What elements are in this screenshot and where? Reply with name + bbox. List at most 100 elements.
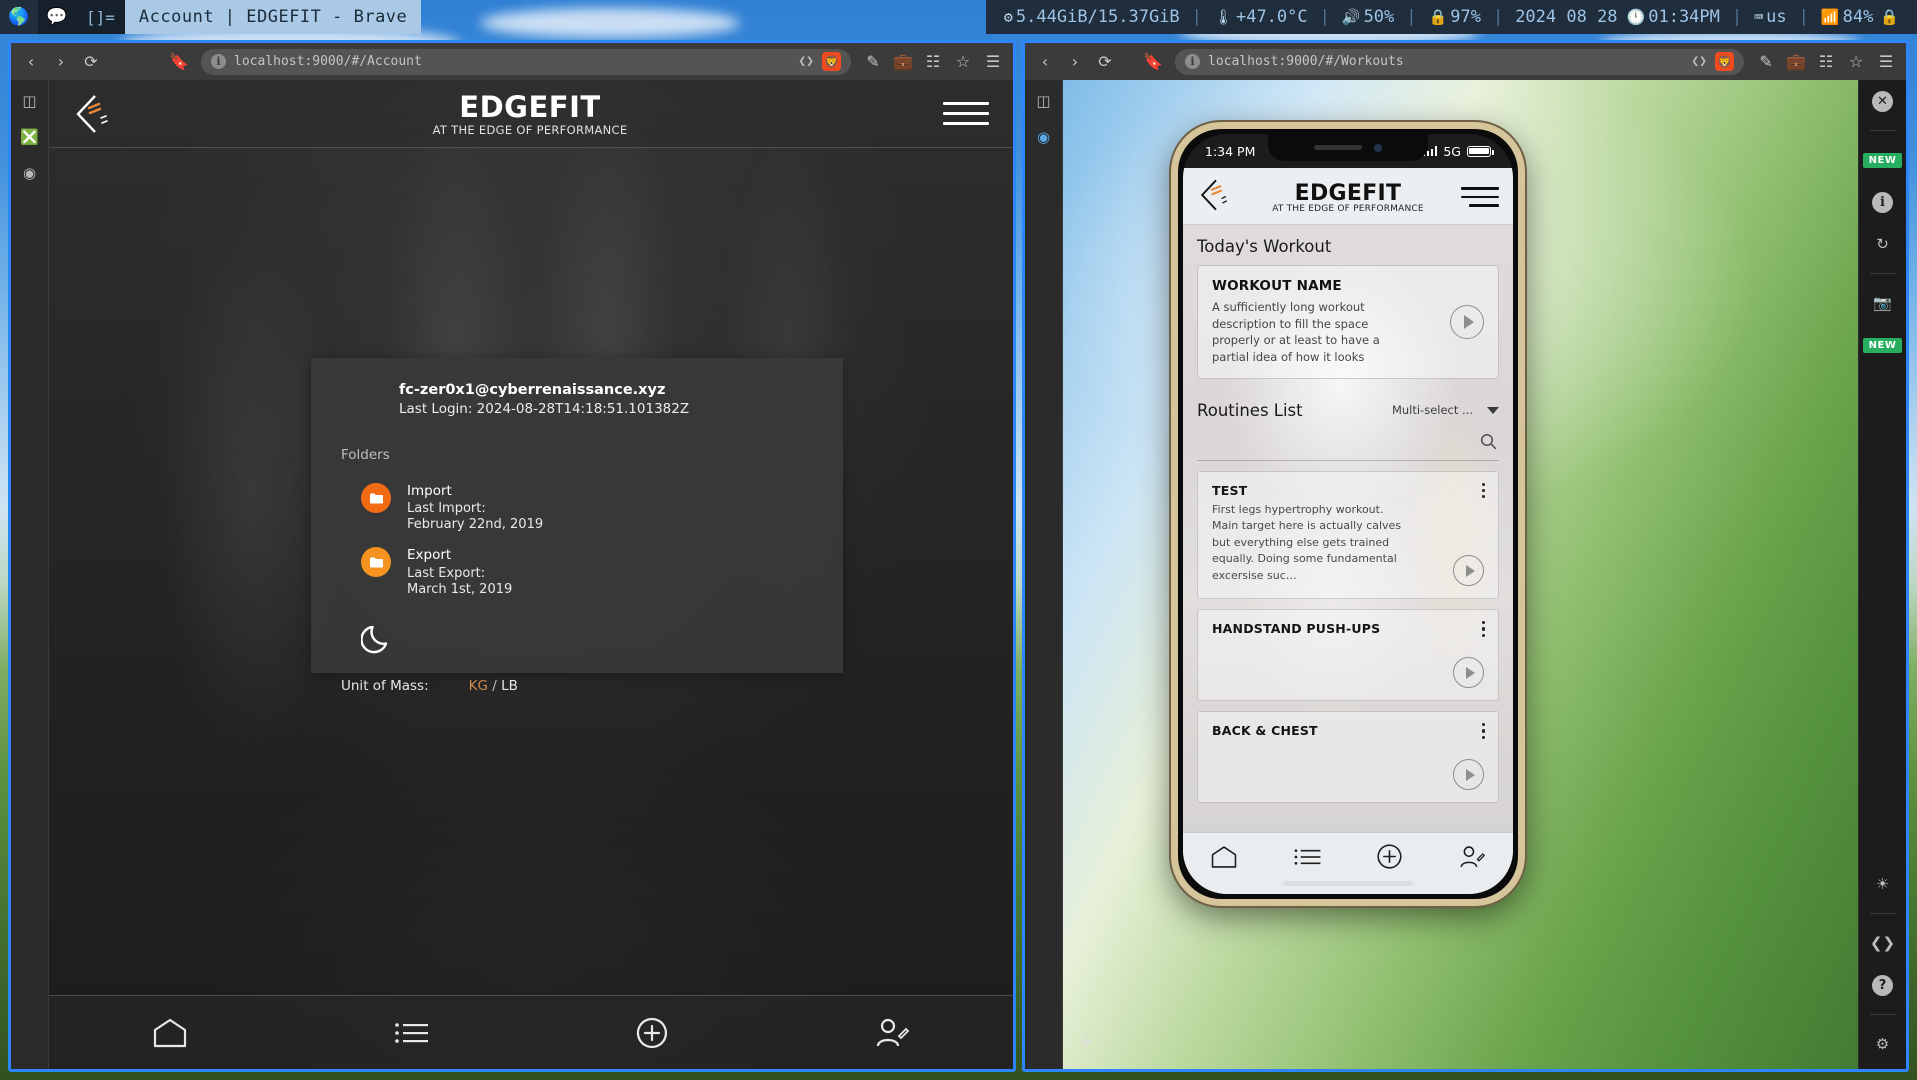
folder-row-export[interactable]: Export Last Export: March 1st, 2019 (361, 547, 813, 597)
menu-icon[interactable]: ☰ (1872, 49, 1900, 75)
play-icon[interactable] (1450, 305, 1484, 339)
tab-home[interactable] (151, 1016, 189, 1050)
battery-full-icon (1467, 146, 1491, 157)
plus-icon[interactable]: + (1077, 1029, 1094, 1053)
reload-icon[interactable]: ⟳ (1091, 49, 1119, 75)
back-arrow-icon[interactable]: ‹ (1031, 49, 1059, 75)
reload-icon[interactable]: ⟳ (77, 49, 105, 75)
info-icon[interactable]: i (1185, 54, 1200, 69)
phone-page-subtitle: AT THE EDGE OF PERFORMANCE (1272, 204, 1424, 214)
brave-window-account[interactable]: ‹ › ⟳ 🔖 i localhost:9000/#/Account ❮❯ 🦁 … (8, 40, 1016, 1072)
unit-kg-option[interactable]: KG (469, 678, 488, 694)
app-bottom-tabbar (49, 995, 1013, 1069)
brave-rewards-icon[interactable]: ◉ (19, 162, 41, 184)
unit-lb-option[interactable]: LB (501, 678, 518, 694)
account-card: fc-zer0x1@cyberrenaissance.xyz Last Logi… (311, 358, 843, 673)
tab-list[interactable] (392, 1018, 430, 1048)
keyboard-layout-stat[interactable]: ⌨ us (1744, 7, 1797, 27)
sidebar-toggle-icon[interactable]: ◫ (19, 90, 41, 112)
globe-icon[interactable]: 🌎 (0, 0, 38, 34)
kebab-menu-icon[interactable] (1482, 483, 1485, 499)
folder-icon (361, 547, 391, 577)
tab-add[interactable] (1375, 842, 1404, 875)
edgefit-account-page: EDGEFIT AT THE EDGE OF PERFORMANCE fc-ze… (49, 80, 1013, 1069)
bookmark-icon[interactable]: 🔖 (1139, 49, 1167, 75)
help-icon[interactable]: ? (1870, 972, 1896, 998)
leo-ai-icon[interactable]: NEW (1870, 147, 1896, 173)
folder-name: Import (407, 483, 543, 499)
brave-window-workouts[interactable]: ‹ › ⟳ 🔖 i localhost:9000/#/Workouts ❮❯ 🦁… (1022, 40, 1909, 1072)
moon-icon[interactable] (361, 621, 813, 658)
search-icon[interactable] (1480, 433, 1497, 454)
extensions-icon[interactable]: ☷ (1812, 49, 1840, 75)
forward-arrow-icon[interactable]: › (47, 49, 75, 75)
folder-row-import[interactable]: Import Last Import: February 22nd, 2019 (361, 483, 813, 533)
todays-workout-card[interactable]: WORKOUT NAME A sufficiently long workout… (1197, 265, 1499, 379)
brave-lion-icon[interactable]: 🦁 (1715, 52, 1734, 71)
share-icon[interactable]: ❮❯ (1691, 54, 1707, 69)
cpu-icon: ⚙ (1004, 8, 1013, 26)
list-item[interactable]: HANDSTAND PUSH-UPS (1197, 609, 1499, 701)
share-icon[interactable]: ❮❯ (1870, 930, 1896, 956)
extensions-icon[interactable]: ☷ (919, 49, 947, 75)
brightness-icon[interactable]: ☀ (1870, 871, 1896, 897)
hamburger-menu-icon[interactable] (943, 102, 989, 125)
info-circle-icon[interactable]: i (1870, 189, 1896, 215)
brave-lion-icon[interactable]: 🦁 (822, 52, 841, 71)
play-icon[interactable] (1453, 759, 1484, 790)
brave-shields-icon[interactable]: ◉ (1033, 126, 1055, 148)
play-icon[interactable] (1453, 555, 1484, 586)
star-icon[interactable]: ☆ (1842, 49, 1870, 75)
screenshot-icon[interactable]: 📷 (1870, 290, 1896, 316)
info-icon[interactable]: i (211, 54, 226, 69)
bookmark-icon[interactable]: 🔖 (165, 49, 193, 75)
playlist-icon[interactable]: NEW (1870, 332, 1896, 358)
address-bar[interactable]: i localhost:9000/#/Workouts ❮❯ 🦁 (1175, 49, 1744, 75)
menu-icon[interactable]: ☰ (979, 49, 1007, 75)
tab-home[interactable] (1209, 844, 1239, 874)
brave-shields-icon[interactable]: ❎ (19, 126, 41, 148)
brave-right-sidebar: ✕ NEW i ↻ 📷 NEW ☀ ❮❯ ? ⚙ (1858, 80, 1906, 1069)
tab-profile[interactable] (873, 1016, 911, 1050)
wifi-stat[interactable]: 📶 84% 🔒 (1811, 7, 1909, 27)
tab-profile[interactable] (1457, 844, 1487, 874)
phone-page-title: EDGEFIT (1272, 181, 1424, 206)
volume-stat[interactable]: 🔊 50% (1332, 7, 1404, 27)
folder-icon (361, 483, 391, 513)
list-item[interactable]: BACK & CHEST (1197, 711, 1499, 803)
workspace-tag[interactable]: []= (76, 0, 125, 34)
forward-arrow-icon[interactable]: › (1061, 49, 1089, 75)
network-label: 5G (1443, 144, 1461, 159)
edgefit-logo-icon[interactable] (73, 92, 117, 136)
kebab-menu-icon[interactable] (1482, 723, 1485, 739)
play-icon[interactable] (1453, 657, 1484, 688)
pen-icon[interactable]: ✎ (1752, 49, 1780, 75)
app-header: EDGEFIT AT THE EDGE OF PERFORMANCE (49, 80, 1013, 148)
multi-select-dropdown[interactable]: Multi-select ... (1392, 403, 1499, 417)
browser-toolbar: ‹ › ⟳ 🔖 i localhost:9000/#/Account ❮❯ 🦁 … (11, 43, 1013, 80)
close-circle-icon[interactable]: ✕ (1870, 88, 1896, 114)
tab-list[interactable] (1292, 845, 1322, 873)
hamburger-menu-icon[interactable] (1461, 187, 1499, 207)
battery-lock-stat: 🔒 97% (1419, 7, 1491, 27)
edgefit-logo-icon[interactable] (1197, 176, 1235, 218)
search-row[interactable] (1197, 420, 1499, 460)
sidebar-toggle-icon[interactable]: ◫ (1033, 90, 1055, 112)
page-subtitle: AT THE EDGE OF PERFORMANCE (433, 123, 628, 137)
pen-icon[interactable]: ✎ (859, 49, 887, 75)
star-icon[interactable]: ☆ (949, 49, 977, 75)
list-item[interactable]: TEST First legs hypertrophy workout. Mai… (1197, 471, 1499, 600)
bluetooth-off-icon: 🔒 (1880, 8, 1899, 26)
wallet-icon[interactable]: 💼 (889, 49, 917, 75)
back-arrow-icon[interactable]: ‹ (17, 49, 45, 75)
chat-icon[interactable]: 💬 (38, 0, 76, 34)
page-title: EDGEFIT (433, 90, 628, 124)
settings-gear-icon[interactable]: ⚙ (1870, 1031, 1896, 1057)
wallet-icon[interactable]: 💼 (1782, 49, 1810, 75)
history-icon[interactable]: ↻ (1870, 231, 1896, 257)
battery-lock-icon: 🔒 (1429, 8, 1448, 26)
address-bar[interactable]: i localhost:9000/#/Account ❮❯ 🦁 (201, 49, 851, 75)
share-icon[interactable]: ❮❯ (798, 54, 814, 69)
tab-add[interactable] (634, 1015, 670, 1051)
kebab-menu-icon[interactable] (1482, 621, 1485, 637)
